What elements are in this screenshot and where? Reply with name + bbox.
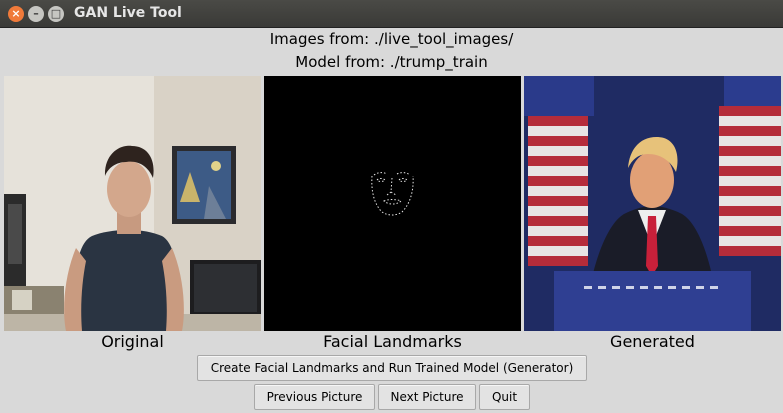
- run-model-button[interactable]: Create Facial Landmarks and Run Trained …: [197, 355, 587, 381]
- images-source-label: Images from: ./live_tool_images/: [269, 30, 514, 48]
- window-title: GAN Live Tool: [74, 5, 182, 21]
- generated-caption: Generated: [610, 332, 695, 351]
- model-source-label: Model from: ./trump_train: [295, 53, 488, 71]
- quit-button[interactable]: Quit: [479, 384, 530, 410]
- previous-picture-button[interactable]: Previous Picture: [254, 384, 375, 410]
- original-caption: Original: [101, 332, 164, 351]
- facial-landmarks-caption: Facial Landmarks: [323, 332, 462, 351]
- minimize-icon[interactable]: –: [28, 6, 44, 22]
- generated-image: [524, 76, 781, 331]
- maximize-icon[interactable]: □: [48, 6, 64, 22]
- facial-landmarks-image: [264, 76, 521, 331]
- original-image: [4, 76, 261, 331]
- title-bar: × – □ GAN Live Tool: [0, 0, 783, 28]
- next-picture-button[interactable]: Next Picture: [378, 384, 476, 410]
- close-icon[interactable]: ×: [8, 6, 24, 22]
